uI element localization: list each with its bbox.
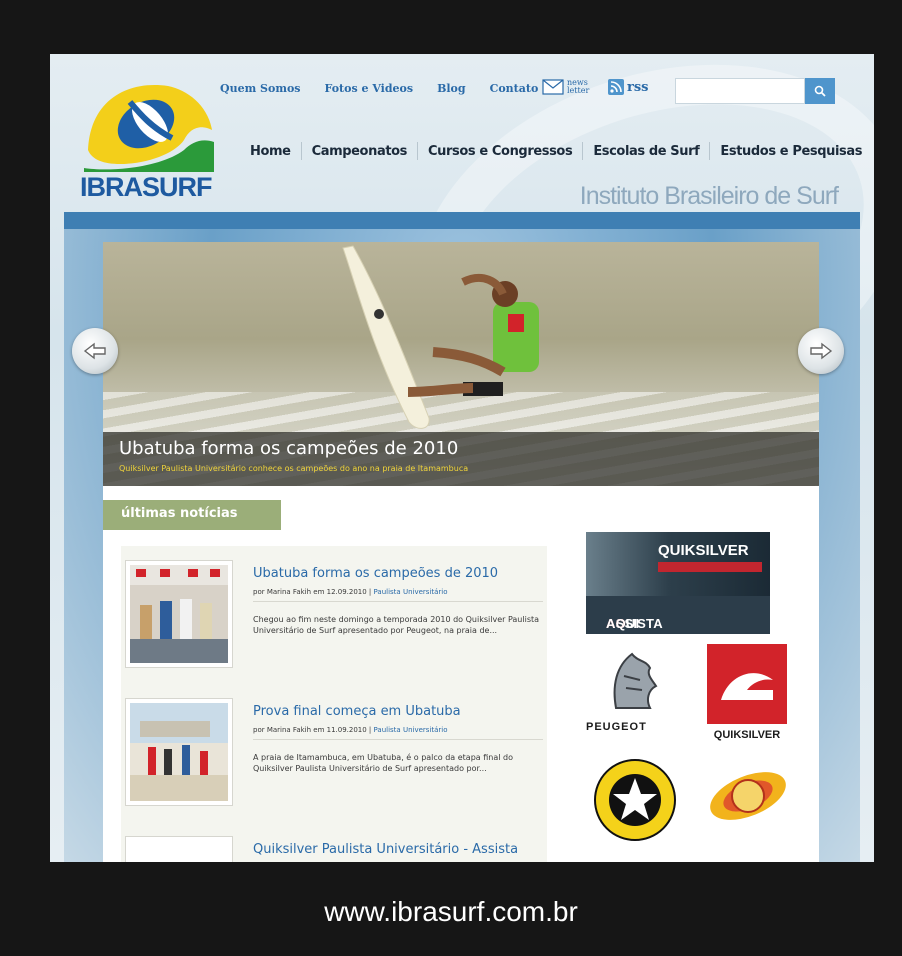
ad-brand: QUIKSILVER: [658, 542, 749, 559]
news-list: Ubatuba forma os campeões de 2010 por Ma…: [121, 546, 547, 862]
beach-event-photo: [130, 703, 228, 801]
ad-banner-top: QUIKSILVER: [586, 532, 770, 596]
main-nav: Home Campeonatos Cursos e Congressos Esc…: [250, 142, 862, 160]
top-nav: Quem Somos Fotos e Videos Blog Contato: [220, 82, 562, 95]
slider-subtitle: Quiksilver Paulista Universitário conhec…: [119, 464, 469, 473]
featured-slider[interactable]: Ubatuba forma os campeões de 2010 Quiksi…: [103, 242, 819, 486]
live-stream-ad[interactable]: QUIKSILVER ASSISTA AO VIVO AQUI: [586, 532, 770, 634]
news-excerpt: Chegou ao fim neste domingo a temporada …: [253, 615, 540, 635]
site-tagline: Instituto Brasileiro de Surf: [579, 182, 839, 210]
arrow-left-icon: [83, 342, 106, 360]
peugeot-sponsor[interactable]: PEUGEOT: [586, 646, 686, 736]
news-thumbnail[interactable]: [125, 560, 233, 668]
nav-divider: [417, 142, 419, 160]
envelope-icon: [542, 79, 564, 95]
quiksilver-sponsor[interactable]: QUIKSILVER: [707, 644, 787, 741]
search-input[interactable]: [675, 78, 805, 104]
slider-caption[interactable]: Ubatuba forma os campeões de 2010 Quiksi…: [103, 432, 819, 486]
top-nav-blog[interactable]: Blog: [437, 82, 466, 95]
website-screenshot: IBRASURF Quem Somos Fotos e Videos Blog …: [50, 54, 874, 862]
quiksilver-label: QUIKSILVER: [713, 729, 781, 741]
rss-link[interactable]: rss: [608, 79, 649, 95]
news-title[interactable]: Ubatuba forma os campeões de 2010: [253, 566, 498, 581]
news-item: Prova final começa em Ubatuba por Marina…: [125, 698, 545, 818]
main-nav-cursos[interactable]: Cursos e Congressos: [428, 144, 573, 159]
news-item: Quiksilver Paulista Universitário - Assi…: [125, 836, 545, 862]
nav-divider: [582, 142, 584, 160]
news-meta: por Marina Fakih em 12.09.2010 | Paulist…: [253, 588, 543, 602]
peugeot-lion-icon: [613, 652, 658, 709]
ad-red-band: [658, 562, 762, 572]
search-button[interactable]: [805, 78, 835, 104]
news-title[interactable]: Prova final começa em Ubatuba: [253, 704, 461, 719]
surfer-photo: [342, 245, 539, 429]
peugeot-label: PEUGEOT: [586, 721, 647, 733]
news-heading: últimas notícias: [103, 500, 281, 530]
main-nav-campeonatos[interactable]: Campeonatos: [312, 144, 408, 159]
newsletter-link[interactable]: news letter: [542, 79, 589, 95]
slider-prev-button[interactable]: [72, 328, 118, 374]
quiksilver-logo-icon: [707, 644, 787, 724]
news-category[interactable]: Paulista Universitário: [374, 588, 448, 596]
news-thumbnail[interactable]: [125, 836, 233, 862]
slider-next-button[interactable]: [798, 328, 844, 374]
news-author: por Marina Fakih em 12.09.2010 |: [253, 588, 374, 596]
ad-cta-suffix: AQUI: [606, 616, 640, 631]
skol-sticker-icon[interactable]: [703, 758, 793, 834]
site-url-caption: www.ibrasurf.com.br: [324, 896, 578, 927]
news-meta: por Marina Fakih em 11.09.2010 | Paulist…: [253, 726, 543, 740]
nav-divider: [709, 142, 711, 160]
search-icon: [814, 85, 826, 97]
news-title[interactable]: Quiksilver Paulista Universitário - Assi…: [253, 842, 518, 857]
podium-photo: [130, 565, 228, 663]
slider-title[interactable]: Ubatuba forma os campeões de 2010: [119, 438, 458, 459]
rss-icon: [608, 79, 624, 95]
ad-cta[interactable]: ASSISTA AO VIVO AQUI: [586, 596, 770, 634]
main-nav-escolas[interactable]: Escolas de Surf: [593, 144, 699, 159]
news-category[interactable]: Paulista Universitário: [374, 726, 448, 734]
arrow-right-icon: [810, 342, 833, 360]
rss-label: rss: [627, 79, 649, 95]
logo-text[interactable]: IBRASURF: [80, 172, 212, 203]
news-heading-label: últimas notícias: [121, 506, 238, 521]
news-excerpt: A praia de Itamambuca, em Ubatuba, é o p…: [253, 753, 513, 773]
star-point-sticker-icon[interactable]: [593, 758, 677, 842]
top-nav-fotos-videos[interactable]: Fotos e Videos: [325, 82, 414, 95]
newsletter-label-2: letter: [567, 86, 590, 95]
top-nav-contato[interactable]: Contato: [490, 82, 539, 95]
news-item: Ubatuba forma os campeões de 2010 por Ma…: [125, 560, 545, 680]
content-area: últimas notícias Ubatuba forma os campeõ…: [103, 486, 819, 862]
news-thumbnail[interactable]: [125, 698, 233, 806]
news-author: por Marina Fakih em 11.09.2010 |: [253, 726, 374, 734]
main-nav-estudos[interactable]: Estudos e Pesquisas: [720, 144, 862, 159]
nav-divider: [300, 142, 302, 160]
main-nav-home[interactable]: Home: [250, 144, 291, 159]
top-nav-quem-somos[interactable]: Quem Somos: [220, 82, 301, 95]
